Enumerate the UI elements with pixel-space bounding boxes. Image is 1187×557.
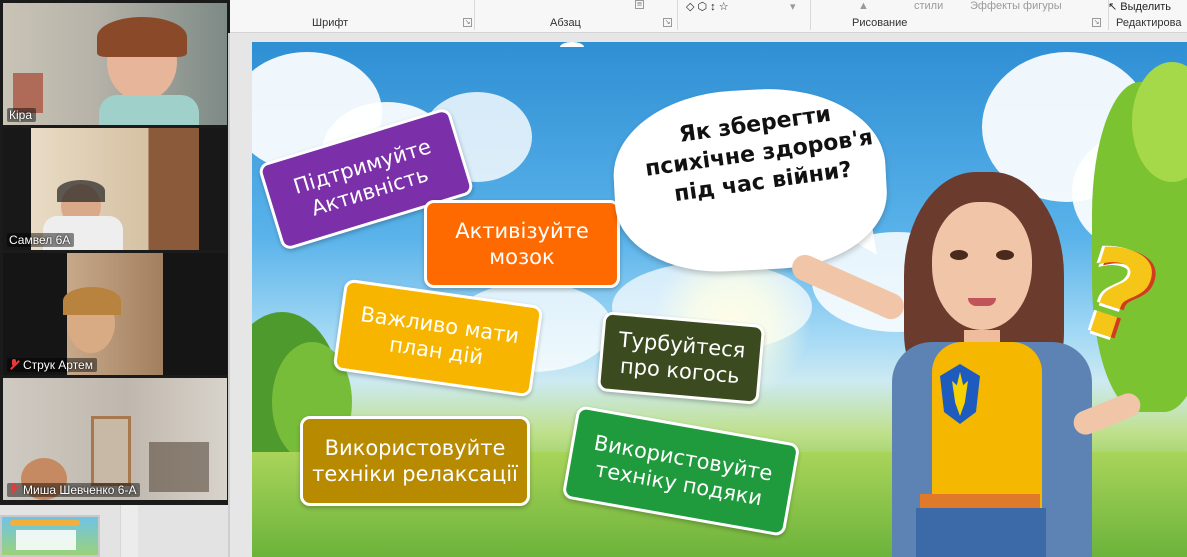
select-button[interactable]: ↖ Выделить <box>1108 0 1171 13</box>
ribbon-separator <box>677 0 678 30</box>
slide-canvas[interactable]: Підтримуйте Активність Активізуйте мозок… <box>252 42 1187 557</box>
slide-thumbnail[interactable] <box>0 515 100 557</box>
quick-styles-button[interactable]: стили <box>914 0 943 12</box>
shape-effects-button[interactable]: Эффекты фигуры <box>970 0 1062 12</box>
tip-text: Активізуйте мозок <box>455 219 589 269</box>
ribbon-toolbar: Шрифт ↘ Абзац ↘ ≡ ◇ ⬡ ↕ ☆ ▾ ▲ стили Эффе… <box>230 0 1187 33</box>
tip-text: Використовуйте техніки релаксації <box>312 436 518 486</box>
tip-text: Використовуйте техніку подяки <box>592 430 775 511</box>
scroll-up-icon[interactable]: ▾ <box>790 0 796 13</box>
drawing-dialog-launcher-icon[interactable]: ↘ <box>1092 18 1101 27</box>
participant-name: Кіра <box>7 108 37 122</box>
select-label: Выделить <box>1120 1 1172 13</box>
muted-mic-icon <box>9 484 19 496</box>
participant-name: Струк Артем <box>7 358 97 372</box>
tip-care-for-someone[interactable]: Турбуйтеся про когось <box>596 311 766 405</box>
ribbon-group-drawing-label: Рисование <box>852 17 908 29</box>
ribbon-group-font-label: Шрифт <box>312 17 349 29</box>
girl-belt <box>920 494 1040 508</box>
participant-name: Миша Шевченко 6-А <box>7 483 141 497</box>
pane-divider[interactable] <box>228 33 230 557</box>
tip-text: Турбуйтеся про когось <box>617 327 747 389</box>
girl-jeans <box>916 508 1046 557</box>
ribbon-group-paragraph-label: Абзац <box>550 17 581 29</box>
video-tile[interactable]: Кіра <box>3 3 227 125</box>
muted-mic-icon <box>9 359 19 371</box>
align-icon[interactable]: ≡ <box>635 0 644 9</box>
paragraph-dialog-launcher-icon[interactable]: ↘ <box>663 18 672 27</box>
girl-eye <box>996 250 1014 260</box>
font-dialog-launcher-icon[interactable]: ↘ <box>463 18 472 27</box>
girl-shirt <box>932 342 1042 512</box>
girl-face <box>932 202 1032 330</box>
video-participants-panel: Кіра Самвел 6А Струк Артем Миша Шевченко… <box>0 0 230 505</box>
girl-mouth <box>968 298 996 306</box>
participant-name: Самвел 6А <box>7 233 75 247</box>
chevron-up-icon[interactable]: ▲ <box>858 0 869 12</box>
ribbon-group-editing-label: Редактирова <box>1116 17 1182 29</box>
girl-eye <box>950 250 968 260</box>
screen: Шрифт ↘ Абзац ↘ ≡ ◇ ⬡ ↕ ☆ ▾ ▲ стили Эффе… <box>0 0 1187 557</box>
video-tile[interactable]: Миша Шевченко 6-А <box>3 378 227 500</box>
ribbon-separator <box>474 0 475 30</box>
video-tile[interactable]: Самвел 6А <box>3 128 227 250</box>
video-tile[interactable]: Струк Артем <box>3 253 227 375</box>
thumbnail-scrollbar[interactable] <box>120 505 138 557</box>
shapes-gallery[interactable]: ◇ ⬡ ↕ ☆ <box>686 0 729 13</box>
tip-relaxation-techniques[interactable]: Використовуйте техніки релаксації <box>300 416 530 506</box>
ribbon-separator <box>810 0 811 30</box>
bird-icon <box>560 42 584 52</box>
tip-text: Важливо мати план дій <box>359 302 521 370</box>
tip-activate-brain[interactable]: Активізуйте мозок <box>424 200 620 288</box>
